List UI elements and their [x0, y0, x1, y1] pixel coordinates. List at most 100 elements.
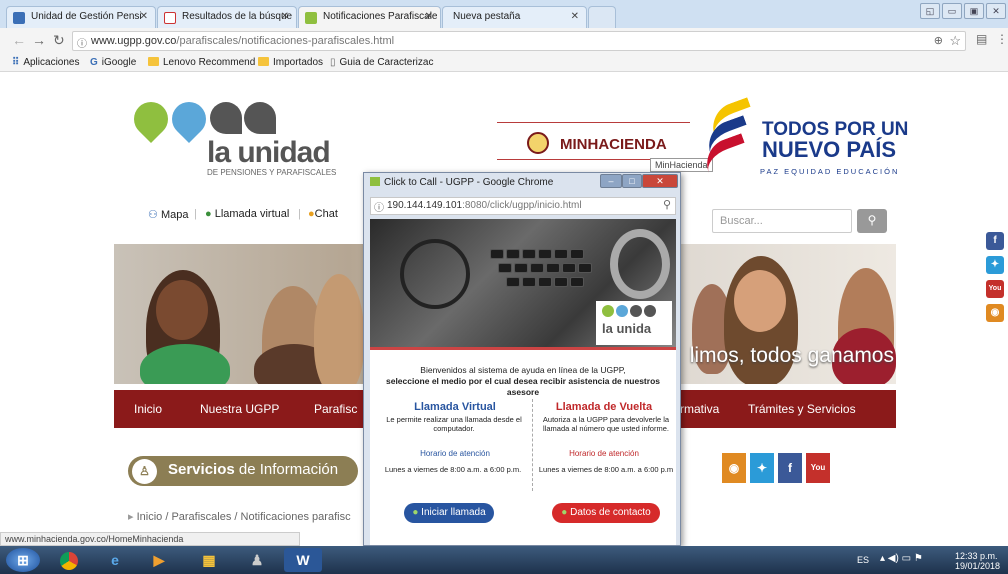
llamada-de-vuelta-hours-label: Horario de atención	[569, 449, 639, 458]
zoom-icon[interactable]: ⊕	[934, 34, 943, 47]
nav-inicio[interactable]: Inicio	[134, 402, 162, 416]
browser-toolbar: ← → ↻ ⓘ www.ugpp.gov.co/parafiscales/not…	[0, 28, 1008, 54]
close-icon[interactable]: ✕	[571, 11, 579, 22]
llamada-virtual-hours-label: Horario de atención	[420, 449, 490, 458]
menu-icon[interactable]: ⋮	[996, 32, 1008, 46]
address-bar[interactable]: ⓘ www.ugpp.gov.co/parafiscales/notificac…	[72, 31, 966, 51]
banner-face-image	[156, 280, 208, 340]
maximize-button[interactable]: □	[622, 174, 642, 188]
popup-url-path: :8080/click/ugpp/inicio.html	[462, 200, 582, 211]
breadcrumb-text[interactable]: Inicio / Parafiscales / Notificaciones p…	[137, 511, 351, 523]
llamada-virtual-link[interactable]: ● Llamada virtual	[205, 208, 289, 220]
bookmark-guia[interactable]: ▯ Guia de Caracterizac	[330, 57, 433, 68]
rss-icon[interactable]: ◉	[722, 453, 746, 483]
rss-side-icon[interactable]: ◉	[986, 304, 1004, 322]
divider	[370, 347, 676, 350]
popup-url-host: 190.144.149.101	[387, 200, 463, 211]
bookmark-star-icon[interactable]: ☆	[949, 33, 961, 49]
logo-green-drop-icon	[126, 94, 176, 144]
user-icon[interactable]: ◱	[920, 3, 940, 19]
close-icon[interactable]: ✕	[281, 11, 289, 22]
minhacienda-label: MINHACIENDA	[560, 136, 667, 153]
bookmark-label: iGoogle	[101, 57, 137, 68]
apps-icon: ⠿	[12, 57, 20, 68]
clock-time: 12:33 p.m.	[955, 551, 998, 561]
popup-address-bar[interactable]: ⓘ 190.144.149.101:8080/click/ugpp/inicio…	[370, 197, 676, 215]
servicios-rest: de Información	[234, 461, 339, 478]
minimize-button[interactable]: ▭	[942, 3, 962, 19]
chat-icon: ●	[308, 208, 315, 220]
search-button[interactable]: ⚲	[857, 209, 887, 233]
windows-taskbar: ⊞ e ▶ ▦ ♟ W ES ▴ ◀) ▭ ⚑ 12:33 p.m. 19/01…	[0, 546, 1008, 574]
chat-link[interactable]: ●Chat	[308, 208, 338, 220]
nav-nuestra-ugpp[interactable]: Nuestra UGPP	[200, 402, 279, 416]
servicios-bold: Servicios	[168, 461, 235, 478]
search-icon: ⚲	[867, 213, 877, 227]
language-indicator[interactable]: ES	[857, 555, 869, 565]
datos-contacto-button[interactable]: ● Datos de contacto	[552, 503, 660, 523]
youtube-side-icon[interactable]: You	[986, 280, 1004, 298]
mapa-link[interactable]: ⚇ Mapa	[148, 208, 188, 221]
close-window-button[interactable]: ✕	[642, 174, 678, 188]
iniciar-llamada-label: Iniciar llamada	[421, 507, 486, 518]
close-icon[interactable]: ✕	[425, 11, 433, 22]
phone-icon: ●	[561, 507, 568, 518]
column-divider	[532, 399, 533, 491]
forward-icon[interactable]: →	[32, 32, 46, 48]
llamada-virtual-hours: Lunes a viernes de 8:00 a.m. a 6:00 p.m.	[384, 465, 522, 474]
extension-icon[interactable]: ▤	[976, 32, 987, 46]
nav-tramites-servicios[interactable]: Trámites y Servicios	[748, 402, 856, 416]
chevron-right-icon: ▸	[128, 511, 134, 523]
word-icon[interactable]: W	[284, 548, 322, 572]
nav-normativa[interactable]: rmativa	[680, 402, 719, 416]
app-icon[interactable]: ♟	[238, 548, 276, 572]
nav-parafiscales[interactable]: Parafisc	[314, 402, 357, 416]
gmail-icon	[164, 12, 176, 24]
tab-nueva[interactable]: Nueva pestaña ✕	[442, 6, 587, 28]
tab-resultados[interactable]: Resultados de la búsque ✕	[157, 6, 297, 28]
banner-person-image	[314, 274, 364, 384]
new-tab-button[interactable]	[588, 6, 616, 28]
maximize-button[interactable]: ▣	[964, 3, 984, 19]
llamada-de-vuelta-title: Llamada de Vuelta	[555, 401, 653, 413]
bookmark-igoogle[interactable]: GiGoogle	[90, 57, 136, 68]
youtube-icon[interactable]: You	[806, 453, 830, 483]
bookmark-label: Aplicaciones	[23, 57, 80, 68]
clock[interactable]: 12:33 p.m. 19/01/2018	[955, 551, 1000, 571]
twitter-icon[interactable]: ✦	[750, 453, 774, 483]
chrome-icon[interactable]	[50, 548, 88, 572]
bookmark-lenovo[interactable]: Lenovo Recommend	[148, 57, 255, 68]
reload-icon[interactable]: ↻	[53, 32, 65, 49]
iniciar-llamada-button[interactable]: ● Iniciar llamada	[404, 503, 494, 523]
bookmark-aplicaciones[interactable]: ⠿ Aplicaciones	[12, 57, 79, 68]
tab-label: Unidad de Gestión Pensi	[31, 11, 142, 22]
bookmark-label: Guia de Caracterizac	[339, 57, 434, 68]
gov-tagline: PAZ EQUIDAD EDUCACIÓN	[760, 167, 900, 176]
divider: |	[194, 208, 197, 220]
close-icon[interactable]: ✕	[140, 11, 148, 22]
minimize-button[interactable]: –	[600, 174, 622, 188]
twitter-side-icon[interactable]: ✦	[986, 256, 1004, 274]
close-window-button[interactable]: ✕	[986, 3, 1006, 19]
breadcrumb: ▸ Inicio / Parafiscales / Notificaciones…	[128, 510, 351, 523]
start-button[interactable]: ⊞	[6, 548, 40, 572]
tray-icons[interactable]: ▴ ◀) ▭ ⚑	[880, 553, 923, 564]
gov-line2: NUEVO PAÍS	[762, 137, 897, 162]
folder-icon	[258, 57, 269, 66]
media-icon[interactable]: ▶	[140, 548, 178, 572]
llamada-de-vuelta-desc: Autoriza a la UGPP para devolverle la ll…	[542, 415, 670, 433]
explorer-folder-icon[interactable]: ▦	[190, 548, 228, 572]
tab-notificaciones[interactable]: Notificaciones Parafiscale ✕	[298, 6, 441, 28]
logo-subtitle: DE PENSIONES Y PARAFISCALES	[207, 168, 337, 177]
banner-face-image	[734, 270, 786, 332]
back-icon[interactable]: ←	[12, 32, 26, 48]
todos-por-un-nuevo-pais-logo	[699, 97, 757, 173]
bookmark-importados[interactable]: Importados	[258, 57, 323, 68]
tab-unidad[interactable]: Unidad de Gestión Pensi ✕	[6, 6, 156, 28]
llamada-virtual-desc: Le permite realizar una llamada desde el…	[386, 415, 522, 433]
facebook-side-icon[interactable]: f	[986, 232, 1004, 250]
search-input[interactable]: Buscar...	[712, 209, 852, 233]
search-icon[interactable]: ⚲	[663, 198, 671, 211]
facebook-icon[interactable]: f	[778, 453, 802, 483]
ie-icon[interactable]: e	[96, 548, 134, 572]
